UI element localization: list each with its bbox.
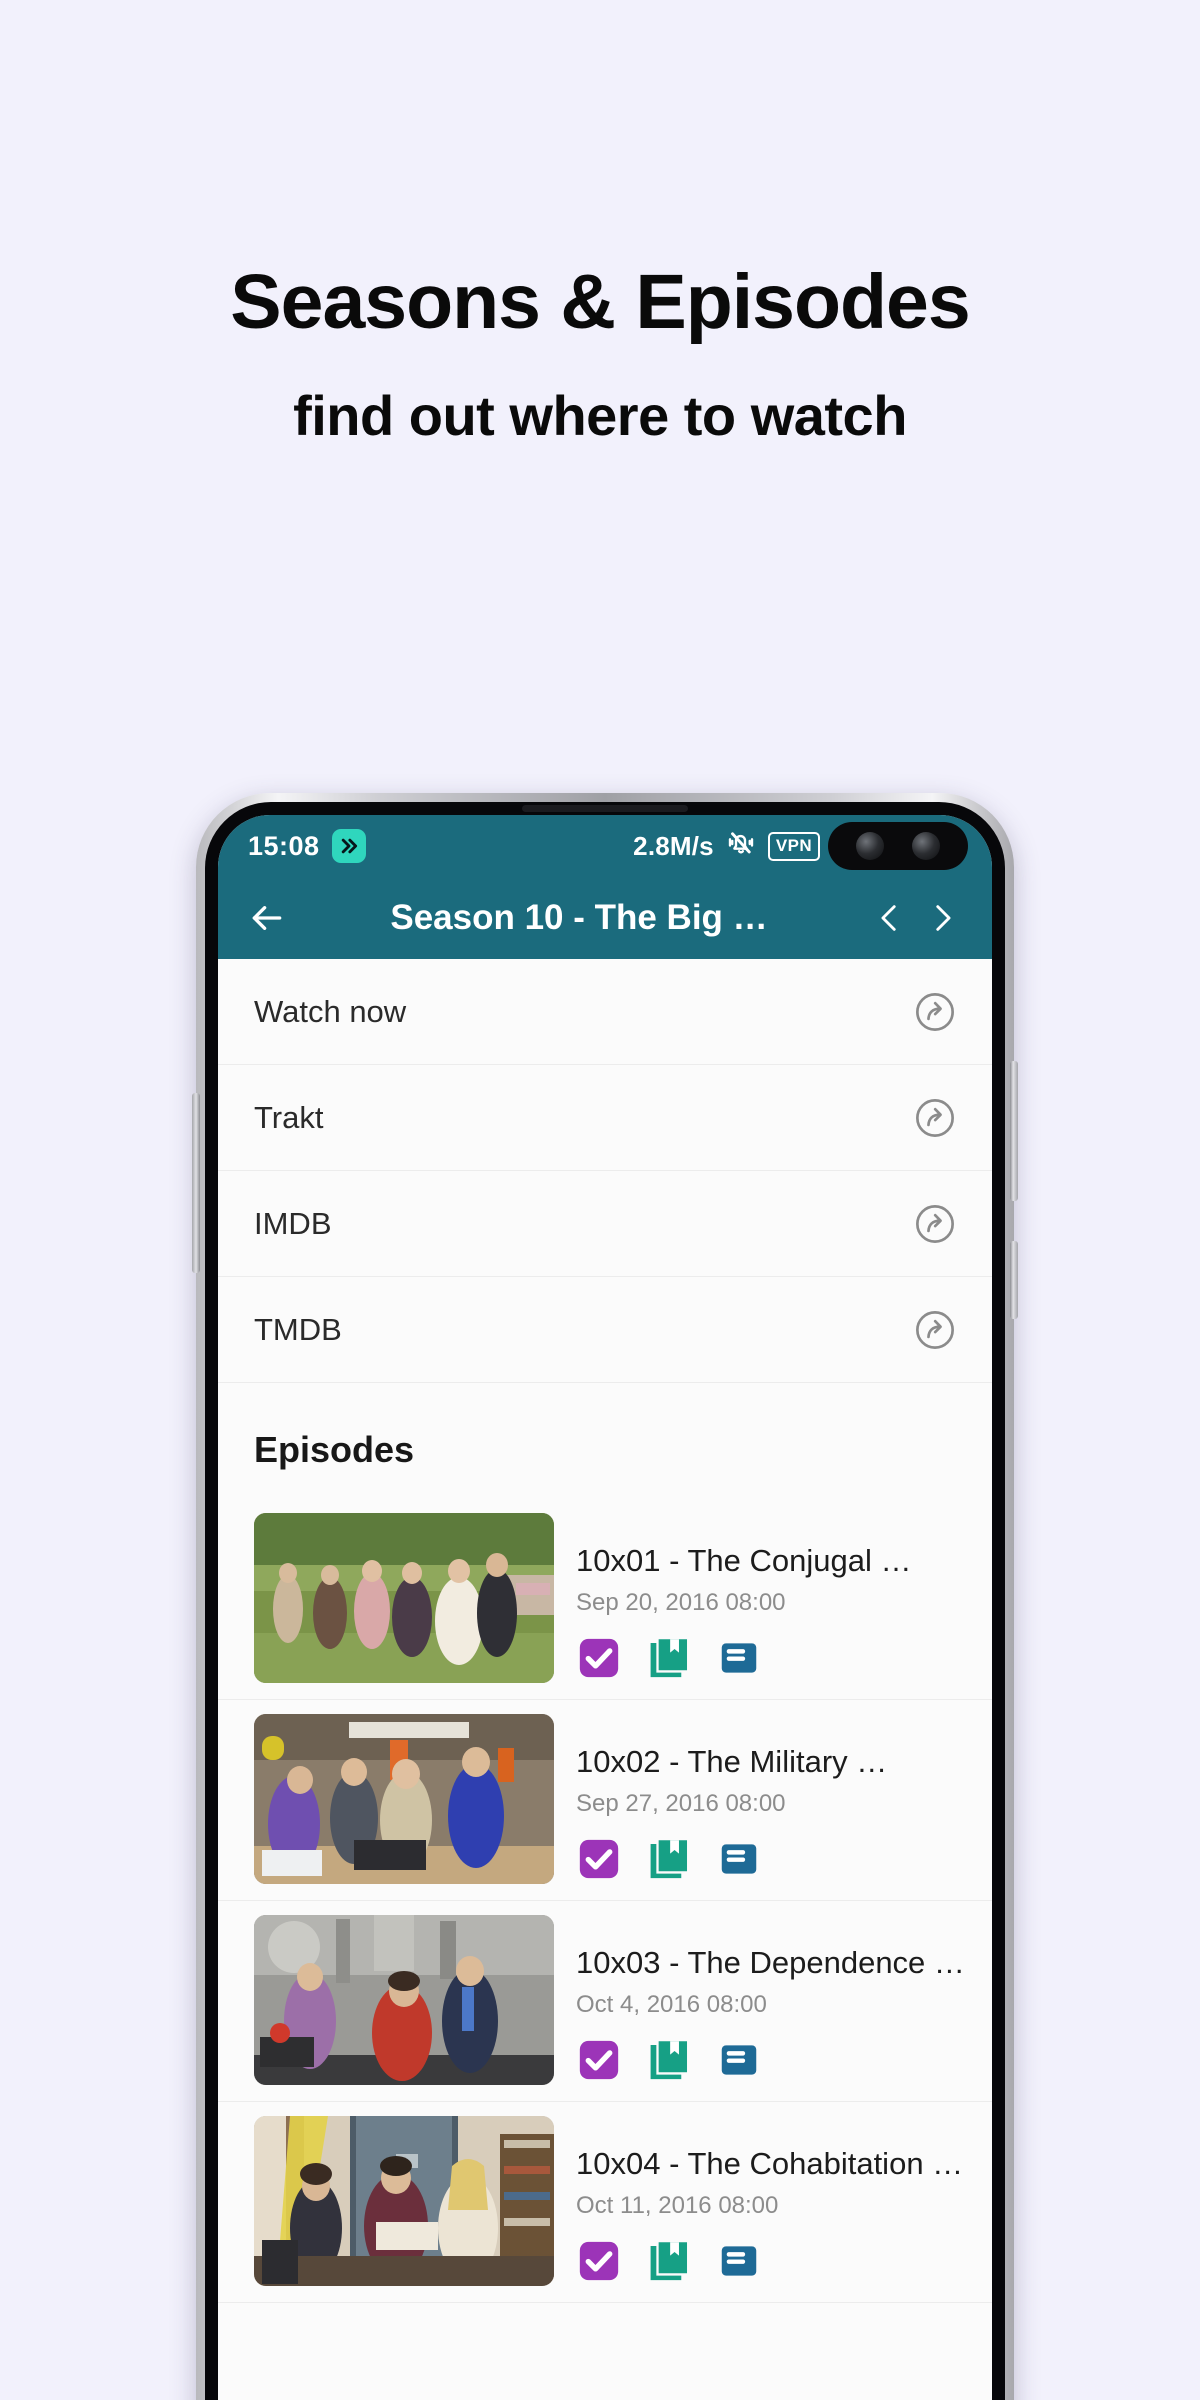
episode-row[interactable]: 10x04 - The Cohabitation … Oct 11, 2016 … [218,2102,992,2303]
app-bar-title: Season 10 - The Big … [390,898,768,937]
external-link-circle-icon[interactable] [912,1307,958,1353]
marketing-copy: Seasons & Episodes find out where to wat… [0,262,1200,446]
network-speed-label: 2.8M/s [633,830,714,861]
episode-thumbnail[interactable] [254,1915,554,2085]
screen-content[interactable]: Watch now Trakt IMDB TMDB Episodes 10x01… [218,959,992,2400]
link-label: Watch now [254,993,407,1029]
episode-title: 10x01 - The Conjugal … [576,1543,912,1578]
episode-row[interactable]: 10x02 - The Military … Sep 27, 2016 08:0… [218,1700,992,1901]
episode-info: 10x03 - The Dependence … Oct 4, 2016 08:… [554,1915,968,2085]
episode-title: 10x04 - The Cohabitation … [576,2146,964,2181]
phone-mockup: 15:08 2.8M/s VPN Season 10 - The Big … W… [192,793,1018,2400]
book-collection-icon[interactable] [646,1635,692,1681]
link-label: TMDB [254,1311,342,1347]
link-label: Trakt [254,1099,324,1135]
volume-button[interactable] [1010,1061,1018,1201]
episode-thumbnail[interactable] [254,1513,554,1683]
bell-vibrate-off-icon [726,828,756,865]
external-link-circle-icon[interactable] [912,1095,958,1141]
check-square-icon[interactable] [576,1635,622,1681]
episode-info: 10x01 - The Conjugal … Sep 20, 2016 08:0… [554,1513,968,1683]
episode-airdate: Oct 4, 2016 08:00 [576,1990,767,2018]
episode-actions [576,1635,968,1681]
external-link-circle-icon[interactable] [912,989,958,1035]
link-row-tmdb[interactable]: TMDB [218,1277,992,1383]
earpiece-speaker [522,805,688,812]
page-title: Seasons & Episodes [230,259,970,345]
episode-title: 10x02 - The Military … [576,1744,888,1779]
episode-thumbnail[interactable] [254,2116,554,2286]
episode-actions [576,2037,968,2083]
check-square-icon[interactable] [576,2238,622,2284]
episode-info: 10x02 - The Military … Sep 27, 2016 08:0… [554,1714,968,1884]
dual-punch-hole-camera [828,822,968,870]
link-row-imdb[interactable]: IMDB [218,1171,992,1277]
notes-card-icon[interactable] [716,2238,762,2284]
status-bar: 15:08 2.8M/s VPN [218,815,992,877]
episode-row[interactable]: 10x01 - The Conjugal … Sep 20, 2016 08:0… [218,1499,992,1700]
link-row-trakt[interactable]: Trakt [218,1065,992,1171]
episode-airdate: Sep 20, 2016 08:00 [576,1588,786,1616]
camera-lens [912,832,940,860]
check-square-icon[interactable] [576,1836,622,1882]
episode-actions [576,2238,968,2284]
promo-page: Seasons & Episodes find out where to wat… [0,0,1200,2400]
episodes-heading: Episodes [254,1429,415,1470]
double-chevron-right-icon [331,829,366,863]
link-label: IMDB [254,1205,332,1241]
left-side-button[interactable] [192,1093,200,1273]
power-button[interactable] [1010,1241,1018,1319]
chevron-right-icon[interactable] [916,891,968,945]
phone-screen: 15:08 2.8M/s VPN Season 10 - The Big … W… [218,815,992,2400]
arrow-left-icon[interactable] [240,891,294,945]
camera-lens [856,832,884,860]
app-bar: Season 10 - The Big … [218,877,992,959]
external-link-circle-icon[interactable] [912,1201,958,1247]
episode-title: 10x03 - The Dependence … [576,1945,965,1980]
episode-row[interactable]: 10x03 - The Dependence … Oct 4, 2016 08:… [218,1901,992,2102]
link-row-watch-now[interactable]: Watch now [218,959,992,1065]
status-time: 15:08 [248,830,320,861]
vpn-badge: VPN [767,831,820,861]
check-square-icon[interactable] [576,2037,622,2083]
episode-thumbnail[interactable] [254,1714,554,1884]
notes-card-icon[interactable] [716,1836,762,1882]
page-subtitle: find out where to watch [293,383,907,447]
episode-info: 10x04 - The Cohabitation … Oct 11, 2016 … [554,2116,968,2286]
episode-airdate: Oct 11, 2016 08:00 [576,2191,779,2219]
book-collection-icon[interactable] [646,2037,692,2083]
notes-card-icon[interactable] [716,2037,762,2083]
book-collection-icon[interactable] [646,1836,692,1882]
episode-actions [576,1836,968,1882]
notes-card-icon[interactable] [716,1635,762,1681]
book-collection-icon[interactable] [646,2238,692,2284]
status-bar-left: 15:08 [248,829,366,863]
episode-airdate: Sep 27, 2016 08:00 [576,1789,786,1817]
chevron-left-icon[interactable] [864,891,916,945]
